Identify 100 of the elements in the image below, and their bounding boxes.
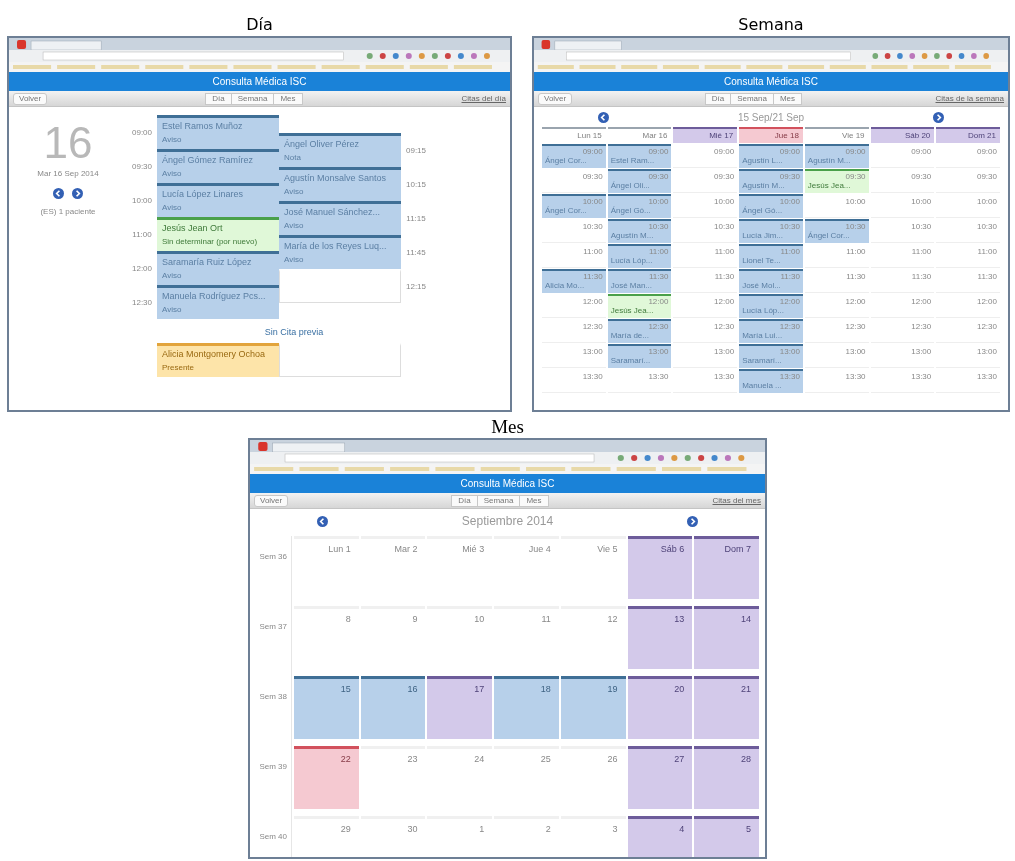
patient-name: Alicia Mo... — [545, 281, 586, 291]
appointments-link[interactable]: Citas del mes — [712, 496, 761, 505]
appointment-card[interactable]: Estel Ramos Muñoz Aviso — [157, 115, 279, 149]
slot-time: 12:00 — [582, 297, 603, 306]
day-cell[interactable]: 28 — [694, 746, 759, 809]
appointment-card[interactable]: 12:00 Jesús Jea... — [607, 294, 672, 318]
appointment-card[interactable]: 12:30 María Lui... — [739, 319, 803, 343]
patient-name: Ángel Gó... — [610, 206, 652, 216]
day-cell[interactable]: 19 — [560, 676, 626, 739]
appointments-link[interactable]: Citas del día — [461, 94, 506, 103]
appointment-note: Aviso — [284, 221, 305, 231]
patient-name: José Manuel Sánchez... — [284, 207, 382, 218]
previous-icon[interactable] — [53, 188, 64, 199]
slot-time: 13:30 — [976, 372, 997, 381]
next-icon[interactable] — [687, 515, 699, 527]
appointment-card[interactable]: 10:00 Ángel Gó... — [739, 194, 803, 218]
patient-name: Jesús Jea... — [610, 306, 655, 316]
day-cell[interactable]: 18 — [494, 676, 559, 739]
appointment-card[interactable]: 10:00 Ángel Gó... — [607, 194, 672, 218]
appointment-card[interactable]: Manuela Rodríguez Pcs... Aviso — [157, 285, 279, 319]
day-cell[interactable]: 21 — [694, 676, 759, 739]
view-tab[interactable]: Semana — [730, 92, 774, 105]
appointment-card[interactable]: 09:30 Jesús Jea... — [804, 169, 869, 193]
slot-time: 11:00 — [649, 247, 669, 256]
slot-time: 13:00 — [976, 347, 997, 356]
back-button[interactable]: Volver — [254, 494, 289, 507]
view-tab[interactable]: Semana — [230, 92, 275, 105]
appointment-card[interactable]: 12:00 Lucía Lóp... — [739, 294, 803, 318]
back-button[interactable]: Volver — [13, 92, 48, 105]
patient-name: Agustín M... — [610, 231, 655, 241]
day-cell[interactable]: 17 — [427, 676, 493, 739]
next-icon[interactable] — [932, 112, 944, 123]
appointment-card[interactable]: 13:00 Saramarí... — [739, 344, 803, 368]
appointment-card[interactable]: 11:30 José Mol... — [739, 269, 803, 293]
view-tab[interactable]: Mes — [273, 92, 303, 105]
appointment-card[interactable]: 13:00 Saramarí... — [607, 344, 672, 368]
week-number: Sem 40 — [259, 816, 292, 857]
day-cell[interactable]: 22 — [294, 746, 359, 809]
appointment-card[interactable]: Agustín Monsalve Santos Aviso — [279, 167, 401, 201]
appointment-card[interactable]: Alicia Montgomery Ochoa Presente — [157, 343, 279, 377]
appointments-link[interactable]: Citas de la semana — [935, 94, 1004, 103]
appointment-card[interactable]: 09:00 Ángel Cor... — [542, 144, 606, 168]
appointment-card[interactable]: 10:00 Ángel Cor... — [542, 194, 606, 218]
view-tab[interactable]: Semana — [476, 494, 521, 507]
patient-name: Ángel Gó... — [742, 206, 784, 216]
appointment-card[interactable]: Ángel Gómez Ramírez Aviso — [157, 149, 279, 183]
appointment-card[interactable]: 09:00 Estel Ram... — [607, 144, 672, 168]
appointment-card[interactable]: 11:00 Lucía Lóp... — [607, 244, 672, 268]
day-cell[interactable]: Dom 7 — [694, 536, 759, 599]
view-tab[interactable]: Mes — [772, 92, 803, 105]
day-cell[interactable]: 20 — [627, 676, 693, 739]
appointment-card[interactable]: 10:30 Ángel Cor... — [804, 219, 869, 243]
slot-time: 11:00 — [583, 247, 603, 256]
slot-time: 09:30 — [911, 172, 932, 181]
patient-name: Lucía Lóp... — [742, 306, 785, 316]
day-cell[interactable]: 13 — [627, 606, 693, 669]
appointment-card[interactable]: Saramaría Ruiz López Aviso — [157, 251, 279, 285]
slot-time: 10:00 — [845, 197, 866, 206]
appointment-card[interactable]: 09:30 Ángel Oli... — [607, 169, 672, 193]
appointment-card[interactable]: 10:30 Lucía Jim... — [739, 219, 803, 243]
appointment-card[interactable]: Lucía López Linares Aviso — [157, 183, 279, 217]
slot-time: 13:00 — [845, 347, 866, 356]
day-header: Sáb 20 — [870, 127, 935, 143]
time-label: 10:15 — [405, 179, 427, 189]
appointment-card[interactable]: 13:30 Manuela ... — [739, 369, 803, 393]
view-tab[interactable]: Día — [451, 494, 478, 507]
slot-time: 12:00 — [845, 297, 866, 306]
back-button[interactable]: Volver — [538, 92, 573, 105]
day-cell[interactable]: 15 — [294, 676, 359, 739]
day-cell[interactable]: 4 — [627, 816, 693, 857]
day-cell[interactable]: 14 — [694, 606, 759, 669]
day-cell[interactable]: Sáb 6 — [627, 536, 693, 599]
view-tab[interactable]: Mes — [519, 494, 549, 507]
appointment-card[interactable]: 09:00 Agustín M... — [804, 144, 869, 168]
view-tab[interactable]: Día — [704, 92, 732, 105]
previous-icon[interactable] — [316, 515, 328, 527]
appointment-note: Aviso — [162, 203, 183, 213]
slot-time: 10:30 — [582, 222, 603, 231]
appointment-note: Aviso — [162, 135, 183, 145]
appointment-card[interactable]: María de los Reyes Luq... Aviso — [279, 235, 401, 269]
appointment-card[interactable]: 11:30 José Man... — [607, 269, 672, 293]
appointment-card[interactable]: 09:30 Agustín M... — [739, 169, 803, 193]
appointment-card[interactable]: José Manuel Sánchez... Aviso — [279, 201, 401, 235]
appointment-card[interactable]: 11:00 Lionel Te... — [739, 244, 803, 268]
appointment-card[interactable]: 09:00 Agustín L... — [739, 144, 803, 168]
day-cell[interactable]: 16 — [360, 676, 426, 739]
day-cell[interactable]: 5 — [694, 816, 759, 857]
appointment-card[interactable]: Jesús Jean Ort Sin determinar (por nuevo) — [157, 217, 279, 251]
next-icon[interactable] — [72, 188, 83, 199]
week-number: Sem 36 — [259, 536, 292, 606]
appointment-card[interactable]: 12:30 María de... — [607, 319, 672, 343]
slot-time: 11:30 — [846, 272, 866, 281]
slot-time: 09:00 — [648, 147, 669, 156]
previous-icon[interactable] — [598, 112, 610, 123]
appointment-card[interactable]: 10:30 Agustín M... — [607, 219, 672, 243]
appointment-card[interactable]: Ángel Oliver Pérez Nota — [279, 133, 401, 167]
appointment-card[interactable]: 11:30 Alicia Mo... — [542, 269, 606, 293]
day-cell[interactable]: 27 — [627, 746, 693, 809]
view-tab[interactable]: Día — [205, 92, 232, 105]
slot-time: 09:00 — [714, 147, 735, 156]
